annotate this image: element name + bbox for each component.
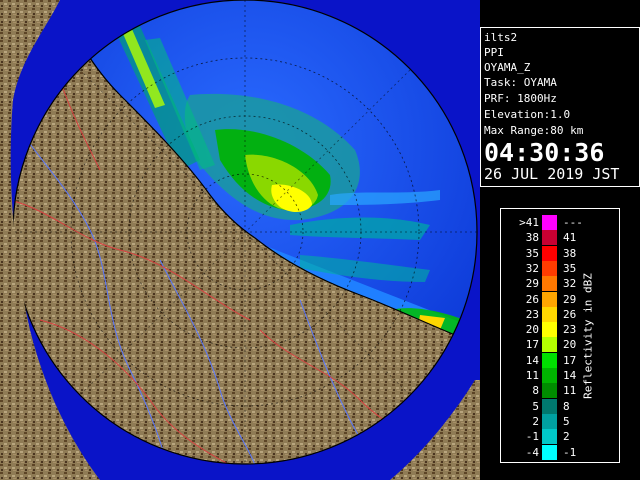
legend-min-value: 5 bbox=[532, 399, 539, 413]
legend-row: -1 2 bbox=[501, 429, 619, 445]
legend-color-swatch bbox=[542, 276, 557, 292]
legend-row: 38 41 bbox=[501, 230, 619, 246]
legend-max-value: 41 bbox=[563, 231, 577, 245]
max-range-label: Max Range:80 km bbox=[484, 124, 584, 137]
legend-row: 17 20 bbox=[501, 337, 619, 353]
legend-max-value: 26 bbox=[563, 307, 577, 321]
legend-min-value: 23 bbox=[525, 307, 539, 321]
legend-min-value: 26 bbox=[525, 292, 539, 306]
legend-row: 14 17 bbox=[501, 352, 619, 368]
legend-max-value: 11 bbox=[563, 384, 577, 398]
legend-color-swatch bbox=[542, 352, 557, 368]
legend-max-value: 17 bbox=[563, 353, 577, 367]
legend-row: 23 26 bbox=[501, 306, 619, 322]
legend-row: 20 23 bbox=[501, 322, 619, 338]
legend-row: 26 29 bbox=[501, 291, 619, 307]
radar-display: ilts2 PPI OYAMA_Z Task: OYAMA PRF: 1800H… bbox=[0, 0, 640, 480]
legend-max-value: 20 bbox=[563, 338, 577, 352]
elevation-label: Elevation:1.0 bbox=[484, 108, 571, 121]
legend-min-value: 20 bbox=[525, 323, 539, 337]
legend-min-value: 14 bbox=[525, 353, 539, 367]
legend-max-value: 5 bbox=[563, 414, 570, 428]
observation-time: 04:30:36 bbox=[484, 138, 605, 167]
legend-max-value: -1 bbox=[563, 445, 577, 459]
legend-color-swatch bbox=[542, 322, 557, 338]
legend-color-swatch bbox=[542, 398, 557, 414]
legend-max-value: 29 bbox=[563, 292, 577, 306]
legend-color-swatch bbox=[542, 291, 557, 307]
legend-title: Reflectivity in dBZ bbox=[581, 273, 595, 399]
legend-color-swatch bbox=[542, 306, 557, 322]
reflectivity-legend: >41 --- 38 41 35 38 32 35 29 32 26 29 23 26 20 23 17 20 14… bbox=[500, 208, 620, 463]
legend-color-swatch bbox=[542, 215, 557, 230]
legend-max-value: 23 bbox=[563, 323, 577, 337]
legend-min-value: -1 bbox=[525, 430, 539, 444]
legend-color-swatch bbox=[542, 260, 557, 276]
legend-row: 32 35 bbox=[501, 260, 619, 276]
legend-min-value: 29 bbox=[525, 277, 539, 291]
legend-color-swatch bbox=[542, 230, 557, 246]
legend-row: 8 11 bbox=[501, 383, 619, 399]
scan-type: PPI bbox=[484, 46, 504, 59]
legend-color-swatch bbox=[542, 337, 557, 353]
legend-min-value: 8 bbox=[532, 384, 539, 398]
legend-color-swatch bbox=[542, 444, 557, 460]
radar-product: OYAMA_Z bbox=[484, 61, 531, 74]
legend-min-value: >41 bbox=[519, 216, 539, 229]
legend-row: >41 --- bbox=[501, 215, 619, 230]
legend-max-value: 32 bbox=[563, 277, 577, 291]
legend-row: 25 bbox=[501, 413, 619, 429]
legend-max-value: 14 bbox=[563, 369, 577, 382]
radar-ppi-view[interactable] bbox=[0, 0, 480, 480]
legend-color-swatch bbox=[542, 429, 557, 445]
legend-row: 11 14 bbox=[501, 368, 619, 383]
legend-min-value: 11 bbox=[525, 369, 539, 382]
legend-color-swatch bbox=[542, 413, 557, 429]
legend-color-swatch bbox=[542, 383, 557, 399]
legend-min-value: 17 bbox=[525, 338, 539, 352]
legend-row: 35 38 bbox=[501, 245, 619, 261]
info-panel: ilts2 PPI OYAMA_Z Task: OYAMA PRF: 1800H… bbox=[480, 27, 640, 187]
legend-row: 29 32 bbox=[501, 276, 619, 292]
legend-max-value: 38 bbox=[563, 246, 577, 260]
legend-row: -4 -1 bbox=[501, 444, 619, 460]
task-label: Task: OYAMA bbox=[484, 76, 557, 89]
legend-color-swatch bbox=[542, 245, 557, 261]
observation-date: 26 JUL 2019 JST bbox=[484, 165, 620, 183]
legend-min-value: 38 bbox=[525, 231, 539, 245]
legend-color-swatch bbox=[542, 368, 557, 383]
legend-max-value: 8 bbox=[563, 399, 570, 413]
legend-min-value: -4 bbox=[525, 445, 539, 459]
product-name: ilts2 bbox=[484, 31, 518, 44]
legend-max-value: 35 bbox=[563, 261, 577, 275]
legend-min-value: 2 bbox=[532, 414, 539, 428]
legend-max-value: 2 bbox=[563, 430, 570, 444]
prf-label: PRF: 1800Hz bbox=[484, 92, 557, 105]
legend-max-value: --- bbox=[563, 216, 583, 229]
legend-row: 58 bbox=[501, 398, 619, 414]
legend-min-value: 35 bbox=[525, 246, 539, 260]
legend-min-value: 32 bbox=[525, 261, 539, 275]
